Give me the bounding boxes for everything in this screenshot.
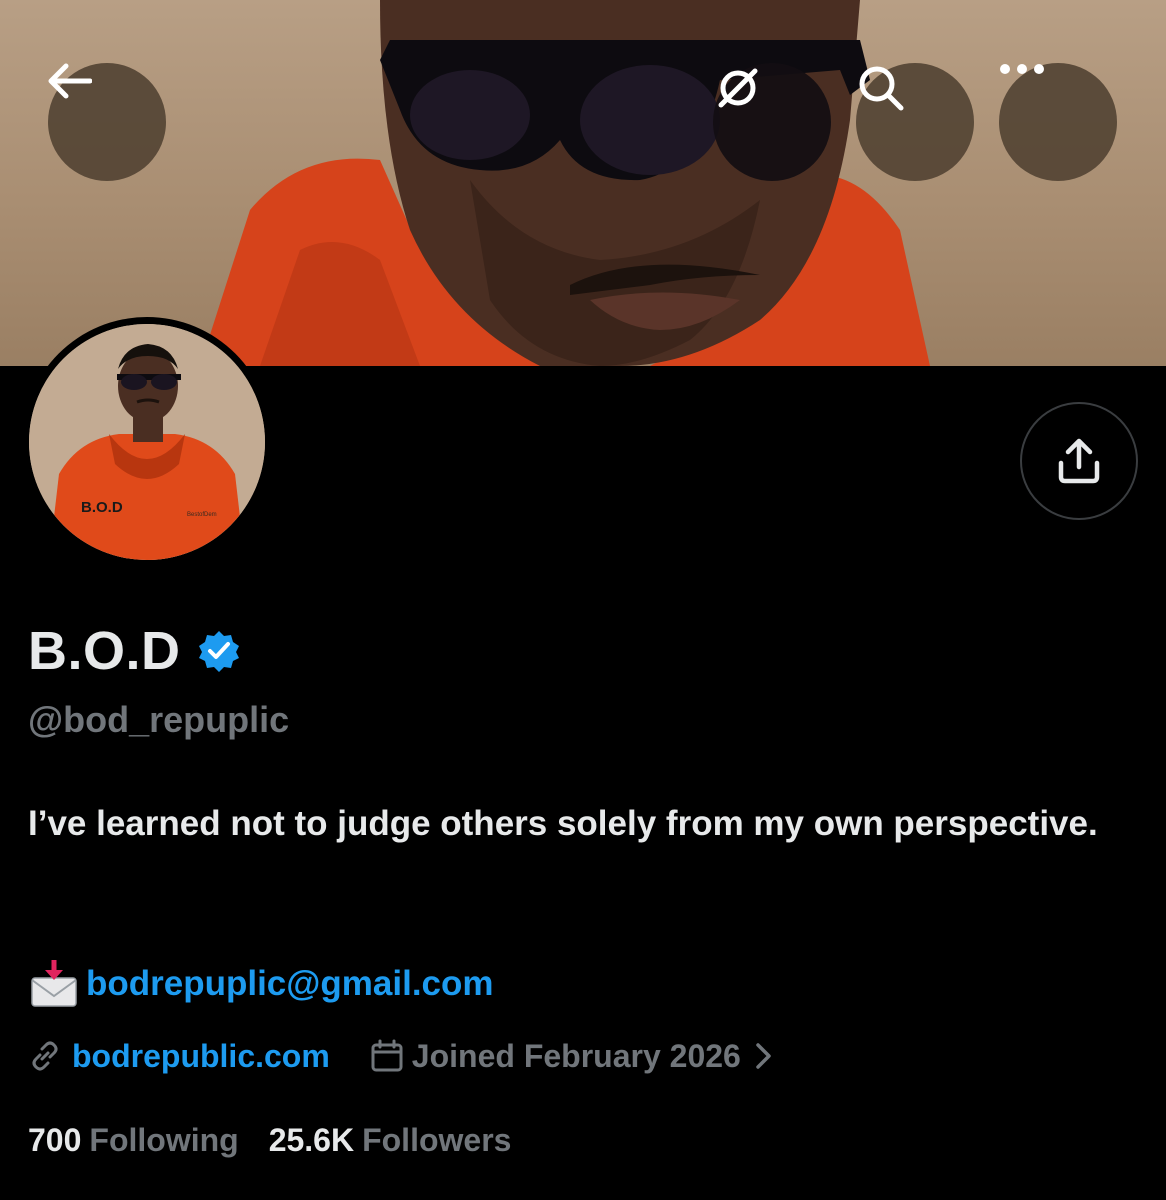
hoodie-subtext: BestofDem bbox=[187, 512, 217, 518]
email-row: bodrepuplic@gmail.com bbox=[28, 958, 494, 1010]
share-button[interactable] bbox=[1020, 402, 1138, 520]
bio: I’ve learned not to judge others solely … bbox=[28, 804, 1098, 843]
arrow-left-icon bbox=[48, 63, 92, 99]
link-icon bbox=[32, 1041, 58, 1071]
profile-meta-row: bodrepublic.com Joined February 2026 bbox=[28, 1034, 775, 1078]
website-link[interactable]: bodrepublic.com bbox=[72, 1038, 330, 1075]
following-count: 700 bbox=[28, 1122, 82, 1158]
envelope-with-arrow-icon bbox=[31, 960, 77, 1007]
following-label: Following bbox=[89, 1122, 239, 1158]
back-button[interactable] bbox=[48, 63, 166, 181]
more-horizontal-icon bbox=[1000, 64, 1044, 74]
follow-stats: 700 Following 25.6K Followers bbox=[28, 1122, 511, 1159]
calendar-icon bbox=[371, 1039, 403, 1072]
name-row: B.O.D bbox=[28, 620, 241, 682]
followers-link[interactable]: 25.6K Followers bbox=[269, 1122, 512, 1159]
more-options-button[interactable] bbox=[999, 63, 1117, 181]
email-link[interactable]: bodrepuplic@gmail.com bbox=[86, 964, 494, 1004]
avatar-photo: B.O.D BestofDem bbox=[29, 324, 265, 560]
followers-count: 25.6K bbox=[268, 1122, 355, 1158]
chevron-right-icon[interactable] bbox=[753, 1041, 775, 1071]
avatar[interactable]: B.O.D BestofDem bbox=[29, 324, 265, 560]
handle: @bod_repuplic bbox=[28, 699, 290, 740]
followers-label: Followers bbox=[362, 1122, 512, 1158]
verified-badge-icon[interactable] bbox=[197, 629, 241, 673]
search-icon bbox=[859, 66, 904, 111]
banner-photo bbox=[200, 0, 930, 366]
grok-icon bbox=[718, 68, 758, 108]
display-name: B.O.D bbox=[28, 621, 181, 681]
avatar-container[interactable]: B.O.D BestofDem bbox=[22, 317, 272, 567]
grok-button[interactable] bbox=[713, 63, 831, 181]
share-icon bbox=[1058, 438, 1100, 484]
joined-date[interactable]: Joined February 2026 bbox=[412, 1038, 741, 1075]
hoodie-text: B.O.D bbox=[81, 499, 123, 516]
following-link[interactable]: 700 Following bbox=[28, 1122, 239, 1159]
search-button[interactable] bbox=[856, 63, 974, 181]
profile-banner[interactable] bbox=[0, 0, 1166, 366]
